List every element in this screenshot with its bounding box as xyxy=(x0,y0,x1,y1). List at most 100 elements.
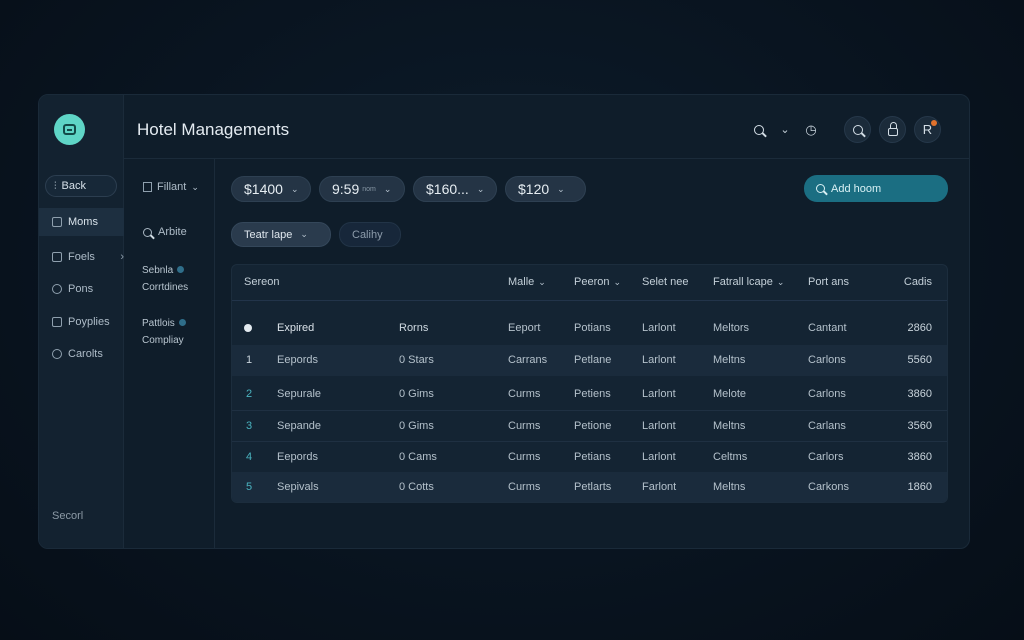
price-filter-3[interactable]: $120 ⌄ xyxy=(505,176,586,202)
chevron-down-icon: ⌄ xyxy=(383,183,392,194)
chevron-down-icon: ⌄ xyxy=(191,181,199,192)
cell-name: Expired xyxy=(277,322,315,334)
column-header[interactable]: Port ans xyxy=(808,276,849,288)
cell: Carlors xyxy=(808,451,844,463)
cell: Petlarts xyxy=(574,481,612,493)
cell: Farlont xyxy=(642,481,677,493)
cell: Eeport xyxy=(508,322,541,334)
cell: Larlont xyxy=(642,420,676,432)
cell: Carlans xyxy=(808,420,846,432)
column-header[interactable]: Selet nee xyxy=(642,276,688,288)
sidebar: ⫶ Back Moms Foels › Pons Poyplies Carolt… xyxy=(39,95,124,548)
column-header[interactable]: Cadis xyxy=(904,276,932,288)
cell: Carlons xyxy=(808,388,846,400)
sidebar-item-pons[interactable]: Pons xyxy=(39,275,124,303)
column-header[interactable]: Malle ⌄ xyxy=(508,276,546,288)
cell: Meltns xyxy=(713,481,746,493)
price-filter-1[interactable]: $1400 ⌄ xyxy=(231,176,311,202)
cell: Curms xyxy=(508,420,541,432)
cell: Carrans xyxy=(508,354,548,366)
sidebar-item-poyplies[interactable]: Poyplies xyxy=(39,308,124,336)
column-header[interactable]: Sereon xyxy=(244,276,279,288)
column-label: Selet nee xyxy=(642,276,689,288)
add-room-button[interactable]: Add hoom xyxy=(804,175,948,202)
cell-number: 2 xyxy=(246,388,253,400)
secondary-chip[interactable]: Calihy xyxy=(339,222,401,247)
pill-value: $160... xyxy=(426,181,469,197)
table-row[interactable]: Expired Rorns Eeport Potians Larlont Mel… xyxy=(232,313,947,344)
type-filter-chip[interactable]: Teatr lape ⌄ xyxy=(231,222,331,247)
search-icon[interactable] xyxy=(750,121,768,139)
chevron-down-icon: ⌄ xyxy=(290,183,299,194)
back-label: Back xyxy=(61,180,86,192)
cell: Petione xyxy=(574,420,612,432)
search-button[interactable] xyxy=(844,116,871,143)
table-row[interactable]: 1 Eepords 0 Stars Carrans Petlane Larlon… xyxy=(232,345,947,376)
column-header[interactable]: Peeron ⌄ xyxy=(574,276,621,288)
cell-name: Sepivals xyxy=(277,481,319,493)
search-icon xyxy=(143,227,152,237)
clock-icon[interactable]: ◷ xyxy=(802,121,820,139)
sidebar-footer-link[interactable]: Secorl xyxy=(52,510,83,522)
search-icon xyxy=(852,124,863,135)
column-header[interactable]: Fatrall lcape ⌄ xyxy=(713,276,784,288)
table-header: Sereon Malle ⌄ Peeron ⌄ Selet nee Fatrall … xyxy=(232,265,947,301)
cell-room: 0 Gims xyxy=(399,388,434,400)
logo-icon xyxy=(63,124,76,135)
cell: Larlont xyxy=(642,388,676,400)
profile-button[interactable]: R xyxy=(914,116,941,143)
sidebar-item-carolts[interactable]: Carolts xyxy=(39,340,124,368)
pill-hint: nom xyxy=(362,185,376,193)
filter-icon xyxy=(143,182,152,192)
sidebar-item-moms[interactable]: Moms xyxy=(39,208,124,236)
cell: Meltns xyxy=(713,420,746,432)
back-button[interactable]: ⫶ Back xyxy=(45,175,117,197)
cell: Carkons xyxy=(808,481,849,493)
status-dot xyxy=(177,266,185,273)
time-filter[interactable]: 9:59 nom ⌄ xyxy=(319,176,405,202)
cell: Potians xyxy=(574,322,611,334)
table-row[interactable]: 3 Sepande 0 Gims Curms Petione Larlont M… xyxy=(232,410,947,441)
cell-amount: 3860 xyxy=(907,451,932,463)
column-label: Malle xyxy=(508,276,535,288)
pill-value: $120 xyxy=(518,181,550,197)
app-window: ⫶ Back Moms Foels › Pons Poyplies Carolt… xyxy=(38,94,970,549)
cell-amount: 2860 xyxy=(907,322,932,334)
cell-name: Eepords xyxy=(277,354,318,366)
chevron-down-icon: ⌄ xyxy=(300,229,308,239)
cell: Meltns xyxy=(713,354,746,366)
cell: Petiens xyxy=(574,388,611,400)
column-label: Peeron xyxy=(574,276,610,288)
filter-dropdown[interactable]: Fillant ⌄ xyxy=(143,181,199,193)
chevron-down-icon: ⌄ xyxy=(538,277,546,287)
cell-room: 0 Stars xyxy=(399,354,434,366)
rooms-table: Sereon Malle ⌄ Peeron ⌄ Selet nee Fatrall … xyxy=(231,264,948,503)
status-group-pattlois[interactable]: Pattlois Compliay xyxy=(142,315,186,349)
sidebar-item-label: Poyplies xyxy=(68,316,110,328)
cell-room: Rorns xyxy=(399,322,429,334)
price-filter-2[interactable]: $160... ⌄ xyxy=(413,176,497,202)
table-row[interactable]: 2 Sepurale 0 Gims Curms Petiens Larlont … xyxy=(232,379,947,410)
pill-value: 9:59 xyxy=(332,181,360,197)
status-group-sebnla[interactable]: Sebnla Corrtdines xyxy=(142,262,188,296)
cell-room: 0 Gims xyxy=(399,420,434,432)
cell: Larlont xyxy=(642,451,676,463)
lock-button[interactable] xyxy=(879,116,906,143)
table-row[interactable]: 5 Sepivals 0 Cotts Curms Petlarts Farlon… xyxy=(232,472,947,502)
filter-label: Fillant xyxy=(157,181,187,193)
chevron-down-icon: ⌄ xyxy=(476,183,485,194)
articles-search[interactable]: Arbite xyxy=(143,226,187,238)
cell: Petians xyxy=(574,451,611,463)
status-group-subtitle: Compliay xyxy=(142,335,184,346)
table-row[interactable]: 4 Eepords 0 Cams Curms Petians Larlont C… xyxy=(232,441,947,472)
chevron-down-icon[interactable]: ⌄ xyxy=(776,121,794,139)
sidebar-item-foels[interactable]: Foels › xyxy=(39,243,124,271)
cell: Curms xyxy=(508,451,541,463)
chip-label: Calihy xyxy=(352,228,383,241)
cell-name: Sepande xyxy=(277,420,322,432)
status-dot xyxy=(244,324,252,332)
grid-icon xyxy=(52,252,62,262)
cell-number: 5 xyxy=(246,481,253,493)
app-logo[interactable] xyxy=(54,114,85,145)
chip-label: Teatr lape xyxy=(244,228,293,241)
